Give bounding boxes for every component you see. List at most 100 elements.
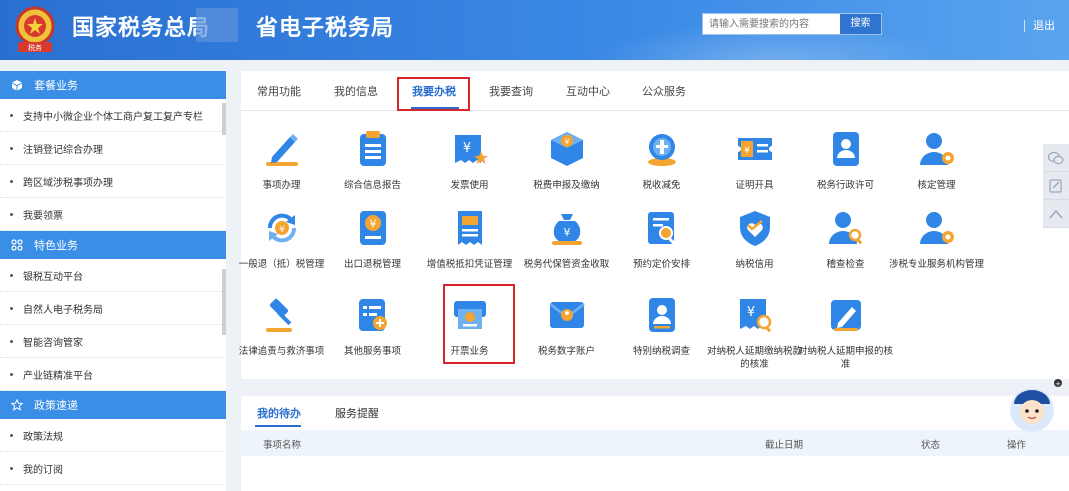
bullet	[10, 372, 13, 376]
svg-text:¥: ¥	[369, 218, 376, 231]
yuan-book-icon: ¥	[359, 211, 386, 245]
sidebar-item[interactable]: 我要领票	[0, 198, 226, 231]
sidebar-item[interactable]: 自然人电子税务局	[0, 292, 226, 325]
service-label: 税务行政许可	[816, 180, 874, 191]
service-item[interactable]: ¥ 税费申报及缴纳	[519, 129, 614, 192]
sidebar-item[interactable]: 支持中小微企业个体工商户复工复产专栏	[0, 99, 226, 132]
tab-common[interactable]: 常用功能	[257, 83, 301, 99]
sidebar-item-label: 跨区域涉税事项办理	[23, 177, 113, 189]
highlight-box-service	[443, 284, 515, 364]
service-label: 综合信息报告	[343, 180, 401, 191]
service-item[interactable]: ¥ 发票使用	[422, 129, 517, 192]
tab-my-info[interactable]: 我的信息	[334, 83, 378, 99]
chat-assistant-mascot-icon[interactable]: +	[1006, 378, 1062, 434]
service-label: 增值税抵扣凭证管理	[426, 259, 513, 270]
svg-text:¥: ¥	[462, 141, 470, 156]
todo-panel: 我的待办 服务提醒 事项名称 截止日期 状态 操作	[241, 396, 1069, 491]
tab-public-service[interactable]: 公众服务	[642, 83, 686, 99]
floating-toolbar	[1043, 144, 1069, 228]
service-label: 纳税信用	[735, 259, 774, 270]
service-item[interactable]: ¥ 出口退税管理	[325, 208, 420, 271]
inspector-icon	[828, 212, 862, 245]
service-item[interactable]: 税收减免	[614, 129, 709, 192]
sidebar-item-label: 我要领票	[23, 210, 63, 222]
doc-search-icon	[647, 212, 675, 245]
feedback-icon[interactable]	[1043, 172, 1069, 200]
active-tab-indicator	[255, 425, 301, 427]
tab-my-todo[interactable]: 我的待办	[257, 405, 301, 421]
tab-interaction[interactable]: 互动中心	[566, 83, 610, 99]
sidebar-item[interactable]: 智能咨询管家	[0, 325, 226, 358]
service-item[interactable]: 特别纳税调查	[614, 295, 709, 358]
logout-link[interactable]: 退出	[1033, 17, 1055, 33]
bullet	[10, 466, 13, 470]
site-title-left: 国家税务总局	[72, 16, 211, 41]
service-item[interactable]: 稽查检查	[798, 208, 893, 271]
sidebar-item[interactable]: 产业链精准平台	[0, 358, 226, 391]
service-item[interactable]: 法律追责与救济事项	[234, 295, 329, 358]
service-item[interactable]: 对纳税人延期申报的核准	[798, 295, 893, 371]
sidebar-item-label: 支持中小微企业个体工商户复工复产专栏	[23, 111, 203, 123]
svg-text:¥: ¥	[563, 226, 570, 239]
service-label: 发票使用	[450, 180, 489, 191]
bullet	[10, 146, 13, 150]
user-gear-icon	[919, 212, 954, 244]
gavel-icon	[265, 298, 292, 332]
tab-query[interactable]: 我要查询	[489, 83, 533, 99]
service-item[interactable]: 税务数字账户	[519, 295, 614, 358]
sidebar-scrollbar[interactable]	[222, 269, 226, 335]
column-header: 状态	[921, 440, 941, 451]
back-to-top-icon[interactable]	[1043, 200, 1069, 228]
service-label: 事项办理	[262, 180, 301, 191]
service-item[interactable]: 增值税抵扣凭证管理	[422, 208, 517, 271]
service-item[interactable]: 核定管理	[889, 129, 984, 192]
service-item[interactable]: 其他服务事项	[325, 295, 420, 358]
service-item[interactable]: ¥ 对纳税人延期缴纳税款的核准	[707, 295, 802, 371]
search-input[interactable]	[703, 14, 840, 34]
sidebar-item-label: 注销登记综合办理	[23, 144, 103, 156]
service-label: 预约定价安排	[632, 259, 690, 270]
person-card-icon	[648, 298, 675, 332]
tab-bar: 常用功能 我的信息 我要办税 我要查询 互动中心 公众服务	[241, 71, 1069, 111]
redacted-region	[196, 8, 238, 42]
service-label: 核定管理	[917, 180, 956, 191]
svg-text:¥: ¥	[746, 305, 754, 320]
service-panel: 常用功能 我的信息 我要办税 我要查询 互动中心 公众服务 事项办理 综合信息报…	[239, 71, 1069, 379]
sidebar-item[interactable]: 注销登记综合办理	[0, 132, 226, 165]
service-item[interactable]: ¥ 一般退（抵）税管理	[234, 208, 329, 271]
sidebar-section-header[interactable]: 套餐业务	[0, 71, 226, 99]
service-item[interactable]: 事项办理	[234, 129, 329, 192]
user-gear-icon	[919, 133, 954, 165]
service-item[interactable]: ¥ 证明开具	[707, 129, 802, 192]
sidebar-section-header[interactable]: 特色业务	[0, 231, 226, 259]
sidebar-item[interactable]: 跨区域涉税事项办理	[0, 165, 226, 198]
wechat-icon[interactable]	[1043, 144, 1069, 172]
ticket-icon: ¥	[737, 138, 772, 160]
service-label: 对纳税人延期申报的核准	[798, 346, 894, 370]
service-item[interactable]: ¥ 税务代保管资金收取	[519, 208, 614, 271]
sidebar: 套餐业务 支持中小微企业个体工商户复工复产专栏 注销登记综合办理 跨区域涉税事项…	[0, 71, 226, 491]
sidebar-item[interactable]: 我的订阅	[0, 452, 226, 485]
service-item[interactable]: 税务行政许可	[798, 129, 893, 192]
list-add-icon	[358, 299, 387, 331]
search-button[interactable]: 搜索	[840, 14, 881, 34]
service-label: 税务代保管资金收取	[523, 259, 610, 270]
sidebar-item-label: 银税互动平台	[23, 271, 83, 283]
sidebar-item[interactable]: 银税互动平台	[0, 259, 226, 292]
column-header: 事项名称	[263, 440, 302, 451]
service-label: 法律追责与救济事项	[238, 346, 325, 357]
sidebar-scrollbar[interactable]	[222, 103, 226, 135]
bullet	[10, 212, 13, 216]
cube-icon	[10, 78, 24, 92]
service-item[interactable]: 预约定价安排	[614, 208, 709, 271]
service-item[interactable]: 综合信息报告	[325, 129, 420, 192]
sidebar-section-header[interactable]: 政策速递	[0, 391, 226, 419]
service-label: 对纳税人延期缴纳税款的核准	[707, 346, 803, 370]
tab-service-reminder[interactable]: 服务提醒	[335, 405, 379, 421]
national-emblem-icon: 税务	[15, 6, 55, 52]
service-item[interactable]: 纳税信用	[707, 208, 802, 271]
yuan-refresh-icon: ¥	[267, 213, 296, 243]
sidebar-item[interactable]: 政策法规	[0, 419, 226, 452]
service-label: 税费申报及缴纳	[533, 180, 600, 191]
service-item[interactable]: 涉税专业服务机构管理	[889, 208, 984, 271]
